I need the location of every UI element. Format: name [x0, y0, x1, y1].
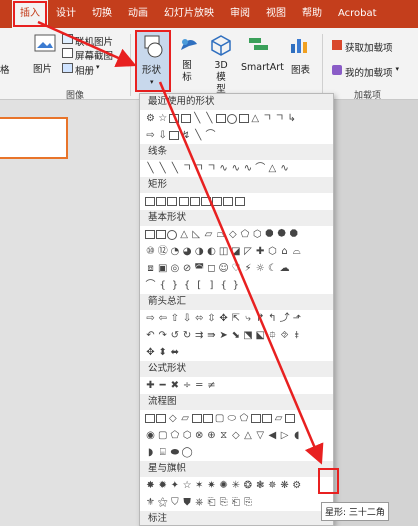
arrow-to-star	[158, 81, 324, 465]
arrow-to-shapes	[37, 20, 137, 68]
annotation-arrows	[37, 20, 324, 465]
